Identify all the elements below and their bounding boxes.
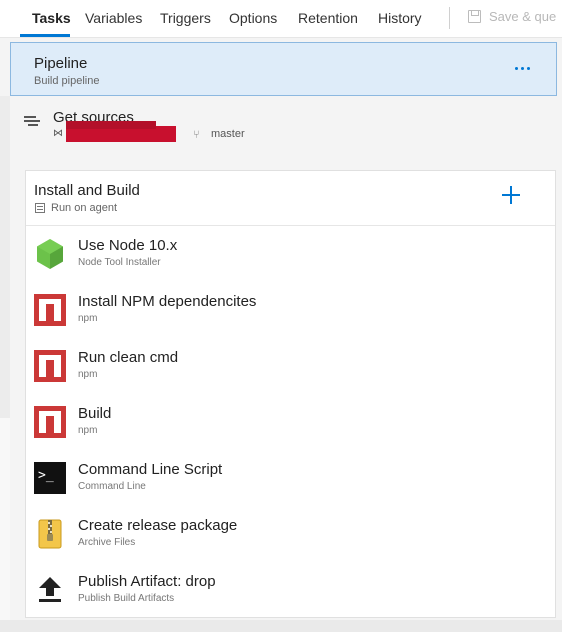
tab-bar: Tasks Variables Triggers Options Retenti… [0,0,562,38]
upload-icon [39,577,61,602]
tab-options[interactable]: Options [229,10,277,26]
task-item[interactable]: Use Node 10.x Node Tool Installer [26,227,555,283]
agent-job-card: Install and Build Run on agent Use Node … [25,170,556,618]
agent-job-title: Install and Build [34,182,140,199]
npm-icon [34,406,66,438]
toolbar-divider [449,7,450,29]
save-icon [468,10,481,23]
pipeline-subtitle: Build pipeline [34,75,100,87]
left-gutter-lower [0,418,10,632]
tab-tasks[interactable]: Tasks [32,10,71,26]
save-button-label: Save & que [489,9,557,24]
redacted-repository-name [66,121,176,142]
tab-history[interactable]: History [378,10,422,26]
save-and-queue-button[interactable]: Save & que [468,9,556,24]
get-sources-item[interactable]: Get sources ⋈ ⑂ master [10,97,557,169]
task-subtitle: npm [78,313,98,324]
task-item[interactable]: Install NPM dependencites npm [26,283,555,339]
npm-icon [34,294,66,326]
task-subtitle: Archive Files [78,537,136,548]
task-subtitle: Node Tool Installer [78,257,161,268]
more-actions-icon[interactable] [515,67,531,71]
agent-icon [35,203,45,213]
agent-job-subtitle: Run on agent [51,202,118,214]
node-icon [37,239,63,269]
task-item[interactable]: Build npm [26,395,555,451]
tab-variables[interactable]: Variables [85,10,142,26]
task-subtitle: npm [78,369,98,380]
branch-name: master [211,128,245,140]
active-tab-indicator [20,34,70,37]
add-task-icon[interactable] [502,186,520,204]
npm-icon [34,350,66,382]
repo-icon: ⋈ [53,128,63,139]
task-title: Use Node 10.x [78,237,178,254]
tab-retention[interactable]: Retention [298,10,358,26]
pipeline-title: Pipeline [34,55,88,72]
tab-triggers[interactable]: Triggers [160,10,211,26]
get-sources-icon [24,116,40,128]
task-item[interactable]: Run clean cmd npm [26,339,555,395]
task-subtitle: Publish Build Artifacts [78,593,175,604]
task-item[interactable]: Publish Artifact: drop Publish Build Art… [26,563,555,619]
task-title: Command Line Script [78,461,223,478]
task-title: Create release package [78,517,238,534]
task-title: Install NPM dependencites [78,293,257,310]
task-subtitle: Command Line [78,481,146,492]
zip-icon [38,519,62,549]
branch-icon: ⑂ [193,129,200,141]
task-title: Publish Artifact: drop [78,573,216,590]
task-item[interactable]: Create release package Archive Files [26,507,555,563]
task-subtitle: npm [78,425,98,436]
agent-job-header[interactable]: Install and Build Run on agent [26,171,555,226]
pipeline-item[interactable]: Pipeline Build pipeline [10,42,557,96]
terminal-icon: >_ [34,462,66,494]
task-title: Run clean cmd [78,349,179,366]
bottom-strip [0,620,562,632]
task-item[interactable]: >_ Command Line Script Command Line [26,451,555,507]
task-title: Build [78,405,112,422]
